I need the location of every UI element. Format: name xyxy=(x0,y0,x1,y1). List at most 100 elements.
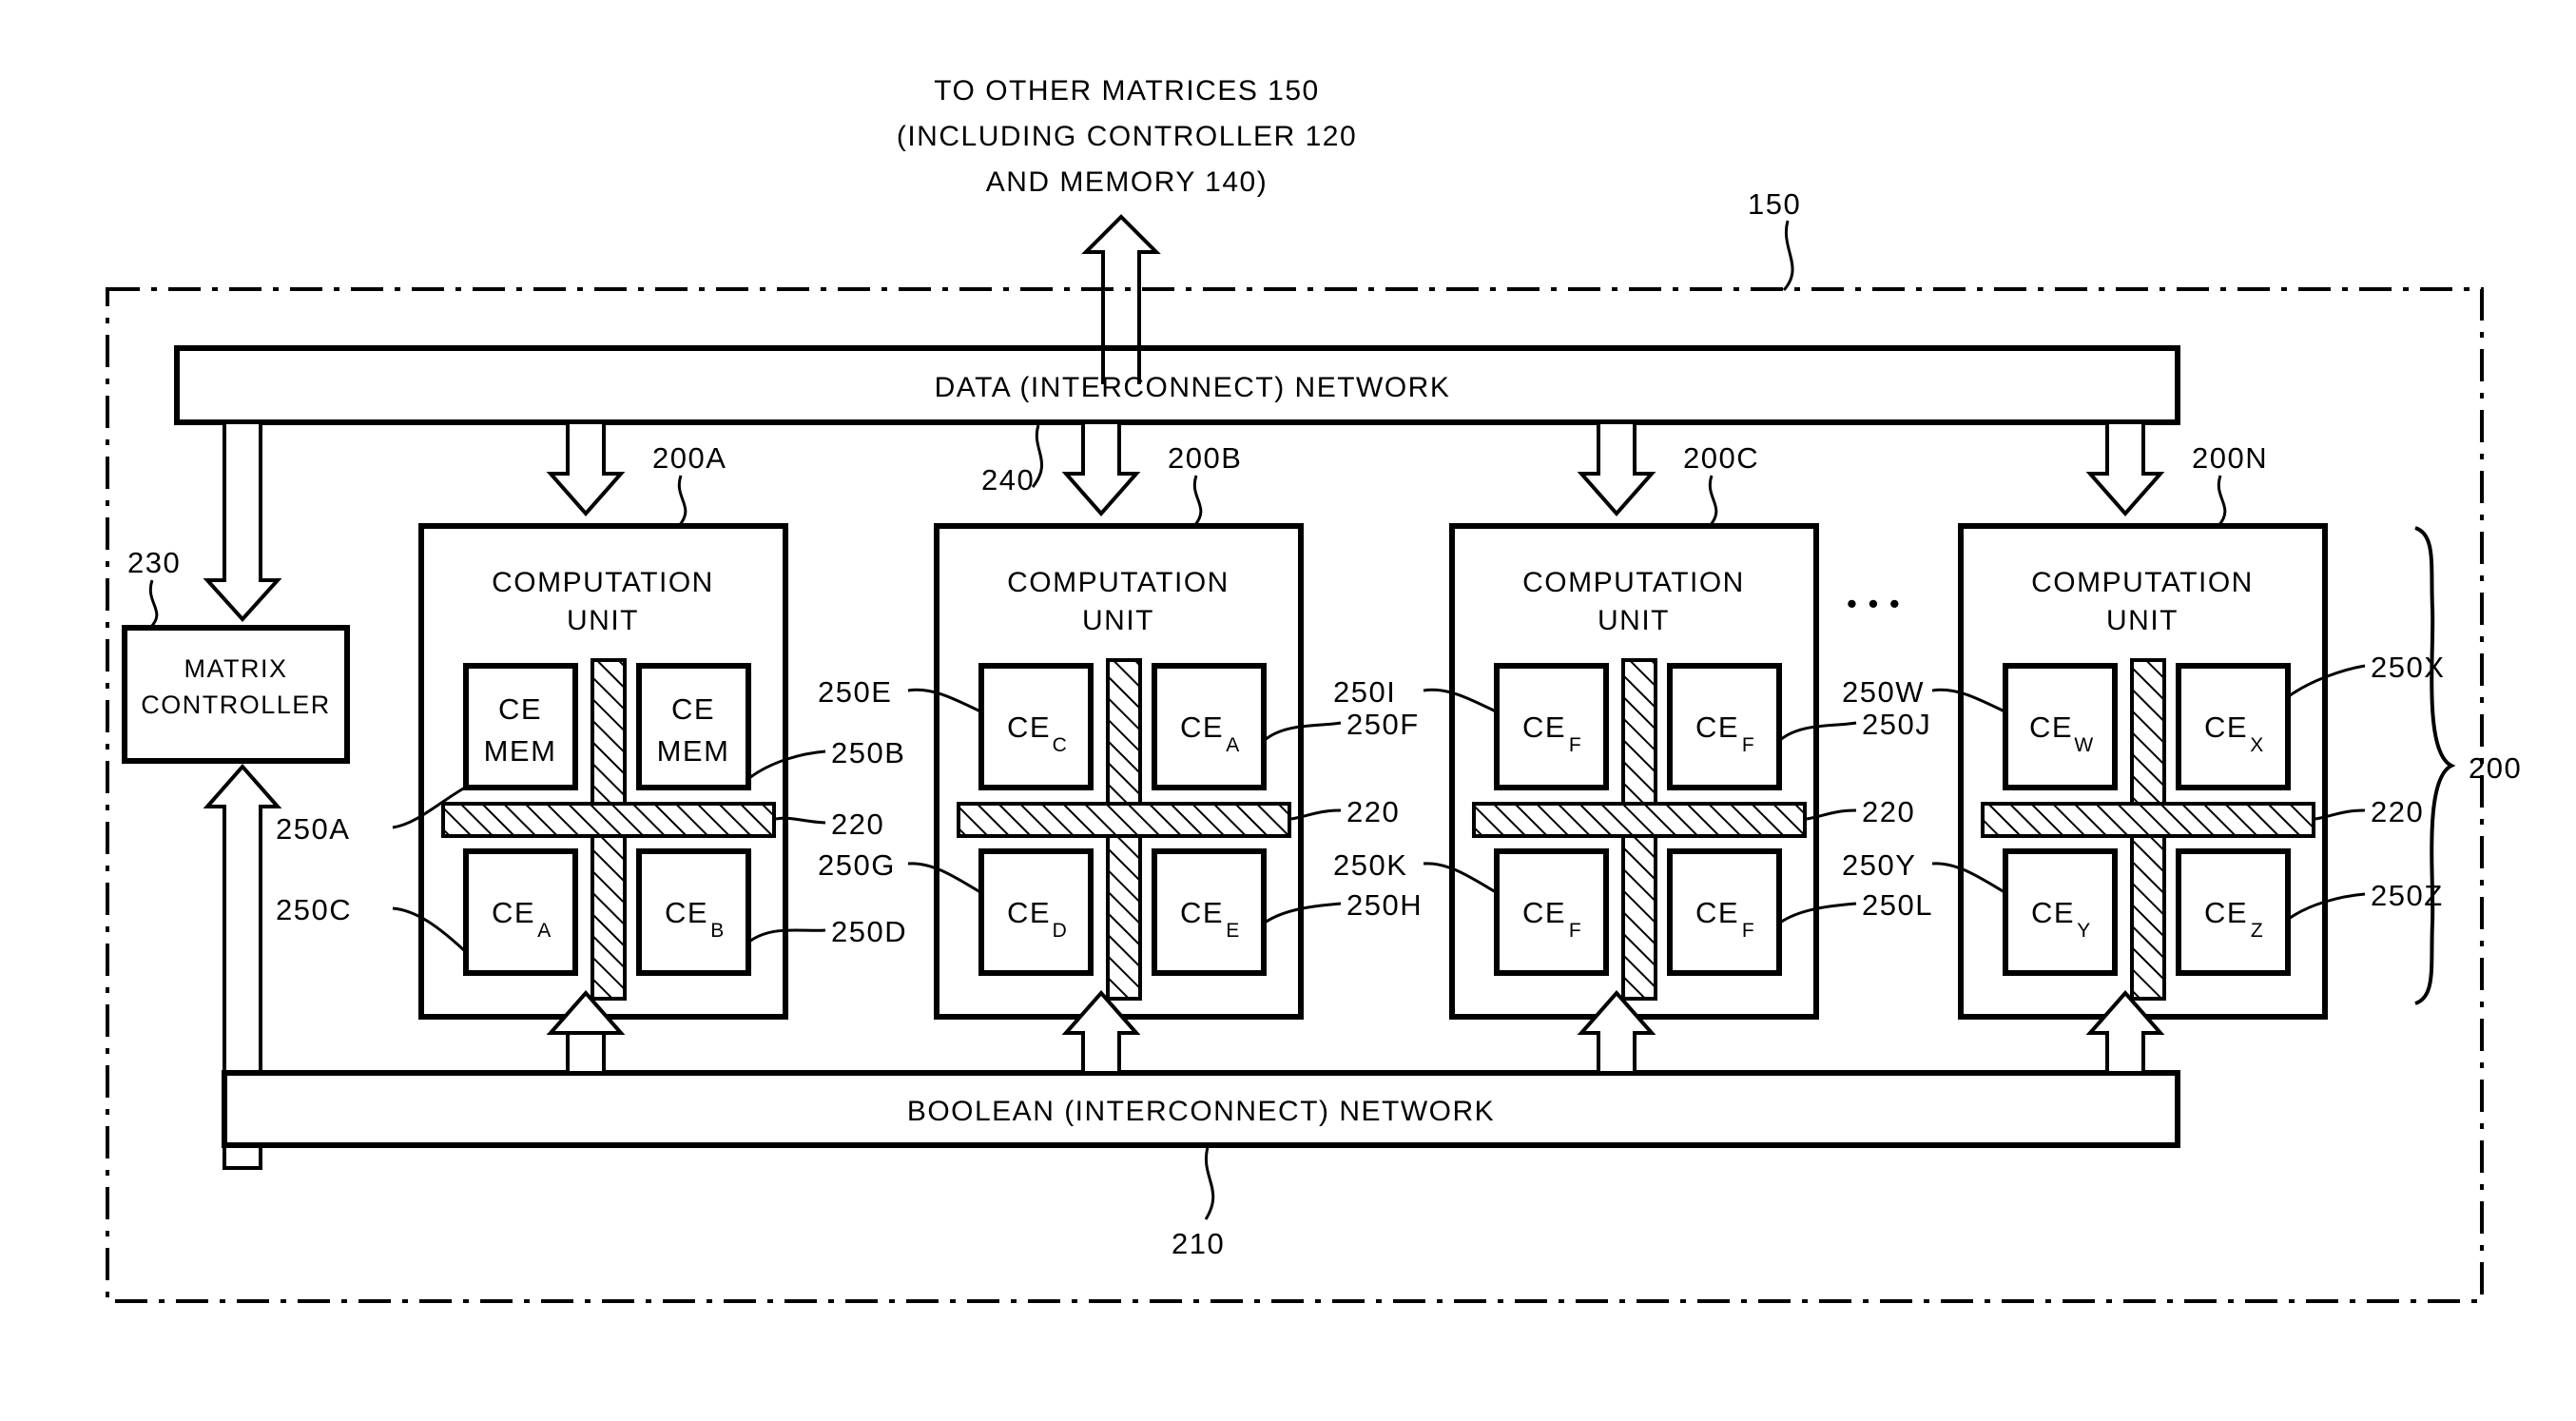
data-network-label: DATA (INTERCONNECT) NETWORK xyxy=(935,372,1451,403)
header-line-3: AND MEMORY 140) xyxy=(986,166,1268,198)
boolean-network-label: BOOLEAN (INTERCONNECT) NETWORK xyxy=(907,1096,1495,1127)
cell-250Y[interactable]: CE Y xyxy=(2003,848,2118,976)
unit-n-data-arrow xyxy=(2085,420,2165,517)
unit-b-title-line-2: UNIT xyxy=(1082,605,1154,636)
units-ellipsis: • • • xyxy=(1847,587,1901,620)
units-brace-200: 200 xyxy=(2414,526,2521,1005)
ref-250A-label: 250A xyxy=(276,812,350,846)
unit-n-title-line-2: UNIT xyxy=(2106,605,2179,636)
cell-250I[interactable]: CE F xyxy=(1494,663,1609,790)
unit-a-bus-horizontal xyxy=(441,802,776,838)
computation-unit-200A[interactable]: COMPUTATION UNIT CE MEM CE MEM CE A CE B xyxy=(418,523,788,1020)
cell-250C-subscript: A xyxy=(537,920,552,942)
ref-220-n-leader: 220 xyxy=(2315,795,2423,828)
unit-n-title-line-1: COMPUTATION xyxy=(2031,567,2254,598)
unit-b-bus-horizontal xyxy=(957,802,1291,838)
ref-150-label: 150 xyxy=(1748,187,1801,221)
cell-250F-label: CE xyxy=(1180,710,1224,744)
cell-250D[interactable]: CE B xyxy=(636,848,751,976)
unit-b-title-line-1: COMPUTATION xyxy=(1007,567,1230,598)
cell-250X-subscript: X xyxy=(2250,734,2265,756)
computation-unit-200B[interactable]: COMPUTATION UNIT CE C CE A CE D CE E xyxy=(934,523,1304,1020)
ref-240-leader: 240 xyxy=(981,424,1043,496)
unit-b-data-arrow xyxy=(1061,420,1141,517)
cell-250H-label: CE xyxy=(1180,896,1224,929)
cell-250X[interactable]: CE X xyxy=(2176,663,2291,790)
cell-250G-label: CE xyxy=(1007,896,1051,929)
ref-250C-label: 250C xyxy=(276,893,352,926)
cell-250Z[interactable]: CE Z xyxy=(2176,848,2291,976)
cell-250E[interactable]: CE C xyxy=(978,663,1094,790)
diagram-canvas: TO OTHER MATRICES 150 (INCLUDING CONTROL… xyxy=(106,75,2521,1303)
ref-250I-label: 250I xyxy=(1333,675,1396,709)
cell-250E-label: CE xyxy=(1007,710,1051,744)
unit-a-title-line-2: UNIT xyxy=(567,605,639,636)
patent-figure: TO OTHER MATRICES 150 (INCLUDING CONTROL… xyxy=(0,0,2576,1421)
cell-250C-label: CE xyxy=(492,896,535,929)
cell-250I-label: CE xyxy=(1522,710,1566,744)
cell-250A[interactable]: CE MEM xyxy=(463,663,578,790)
cell-250K-label: CE xyxy=(1522,896,1566,929)
ref-200C-label: 200C xyxy=(1683,441,1759,475)
ref-200A-label: 200A xyxy=(652,441,726,475)
cell-250D-subscript: B xyxy=(710,920,726,942)
matrix-controller-line-1: MATRIX xyxy=(184,654,288,683)
unit-n-bus-horizontal xyxy=(1981,802,2315,838)
cell-250H-subscript: E xyxy=(1226,920,1241,942)
ref-210-leader: 210 xyxy=(1172,1146,1225,1260)
ref-220-a-leader: 220 xyxy=(775,808,884,841)
cell-250J[interactable]: CE F xyxy=(1667,663,1782,790)
cell-250B[interactable]: CE MEM xyxy=(636,663,751,790)
cell-250F[interactable]: CE A xyxy=(1152,663,1267,790)
cell-250W-subscript: W xyxy=(2074,734,2094,756)
ref-250D-label: 250D xyxy=(831,915,907,948)
cell-250G-subscript: D xyxy=(1053,920,1069,942)
ref-250E-label: 250E xyxy=(818,675,892,709)
ref-250G-label: 250G xyxy=(818,848,896,882)
cell-250I-subscript: F xyxy=(1569,734,1582,756)
cell-250L-label: CE xyxy=(1695,896,1739,929)
cell-250W-label: CE xyxy=(2029,710,2073,744)
ref-220-c-label: 220 xyxy=(1862,795,1915,828)
ref-200C-leader: 200C xyxy=(1683,441,1759,527)
ref-210-label: 210 xyxy=(1172,1227,1225,1260)
cell-250K[interactable]: CE F xyxy=(1494,848,1609,976)
cell-250D-label: CE xyxy=(665,896,708,929)
ref-250J-label: 250J xyxy=(1862,708,1931,741)
unit-c-title-line-1: COMPUTATION xyxy=(1522,567,1745,598)
ref-200N-label: 200N xyxy=(2192,441,2268,475)
ref-220-b-label: 220 xyxy=(1346,795,1400,828)
cell-250Z-subscript: Z xyxy=(2251,920,2264,942)
header-caption: TO OTHER MATRICES 150 (INCLUDING CONTROL… xyxy=(897,75,1356,198)
cell-250J-label: CE xyxy=(1695,710,1739,744)
cell-250Y-label: CE xyxy=(2031,896,2075,929)
ref-220-c-leader: 220 xyxy=(1806,795,1915,828)
data-network-bar: DATA (INTERCONNECT) NETWORK xyxy=(174,345,2180,425)
cell-250H[interactable]: CE E xyxy=(1152,848,1267,976)
cell-250B-label: CE xyxy=(671,692,715,726)
ref-250X-label: 250X xyxy=(2371,651,2445,684)
computation-unit-200N[interactable]: COMPUTATION UNIT CE W CE X CE Y CE Z xyxy=(1958,523,2328,1020)
cell-250Y-subscript: Y xyxy=(2077,920,2092,942)
cell-250K-subscript: F xyxy=(1569,920,1582,942)
ref-220-a-label: 220 xyxy=(831,808,884,841)
ref-240-label: 240 xyxy=(981,463,1035,496)
ref-250H-label: 250H xyxy=(1346,888,1423,922)
ref-200N-leader: 200N xyxy=(2192,441,2268,527)
unit-a-data-arrow xyxy=(546,420,626,517)
cell-250Z-label: CE xyxy=(2204,896,2248,929)
ref-250K-label: 250K xyxy=(1333,848,1407,882)
cell-250G[interactable]: CE D xyxy=(978,848,1094,976)
cell-250L-subscript: F xyxy=(1742,920,1755,942)
cell-250A-label: CE xyxy=(498,692,542,726)
computation-unit-200C[interactable]: COMPUTATION UNIT CE F CE F CE F CE F xyxy=(1449,523,1819,1020)
cell-250C[interactable]: CE A xyxy=(463,848,578,976)
matrix-controller[interactable]: MATRIX CONTROLLER xyxy=(122,625,350,764)
cell-250L[interactable]: CE F xyxy=(1667,848,1782,976)
unit-a-title-line-1: COMPUTATION xyxy=(492,567,714,598)
ref-250Y-label: 250Y xyxy=(1842,848,1916,882)
unit-c-bus-horizontal xyxy=(1472,802,1807,838)
cell-250J-subscript: F xyxy=(1742,734,1755,756)
cell-250W[interactable]: CE W xyxy=(2003,663,2118,790)
ref-200B-label: 200B xyxy=(1168,441,1242,475)
